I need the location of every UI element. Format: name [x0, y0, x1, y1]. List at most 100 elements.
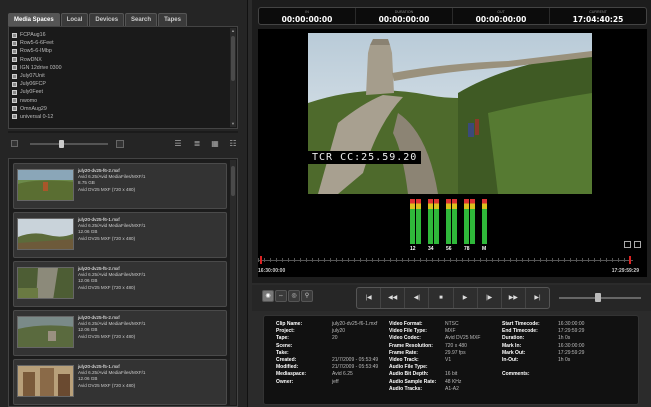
audio-icon[interactable]: ◎	[288, 290, 300, 302]
step-forward-button[interactable]: |▶	[478, 288, 502, 308]
fast-forward-button[interactable]: ▶▶	[502, 288, 526, 308]
folder-item[interactable]: IGN 12drive 0300	[12, 64, 227, 72]
checkbox[interactable]	[12, 65, 17, 71]
large-thumb-icon[interactable]	[116, 140, 124, 148]
folder-label: nwomo	[20, 97, 38, 104]
info-row: Take:	[276, 350, 378, 357]
folder-item[interactable]: RowDNX	[12, 56, 227, 64]
folder-item[interactable]: July06FCP	[12, 80, 227, 88]
scroll-thumb[interactable]	[231, 166, 235, 196]
tab-media-spaces[interactable]: Media Spaces	[8, 13, 60, 26]
checkbox[interactable]	[12, 73, 17, 79]
audio-meters: 12 34 56 78 M	[408, 199, 492, 253]
timecode-label: DURATION	[394, 10, 414, 14]
info-key: Duration:	[502, 335, 525, 342]
overlay-icon[interactable]	[624, 241, 631, 248]
folder-item[interactable]: universal 0-12	[12, 113, 227, 121]
timecode-in[interactable]: IN 00:00:00:00	[259, 8, 356, 24]
step-back-button[interactable]: ◀|	[405, 288, 430, 308]
video-screen[interactable]: TCR CC:25.59.20 12 34 56 78 M	[258, 29, 647, 277]
folder-item[interactable]: July0Feet	[12, 88, 227, 96]
info-value: V1	[445, 357, 452, 364]
detail-view-icon[interactable]: ≣	[192, 139, 202, 148]
folder-item[interactable]: July07Unit	[12, 72, 227, 80]
info-value: jeff	[332, 378, 339, 385]
slider-knob[interactable]	[59, 140, 64, 148]
scroll-down-icon[interactable]: ▼	[230, 121, 236, 127]
eye-icon[interactable]: ◉	[262, 290, 274, 302]
play-button[interactable]: ▶	[454, 288, 478, 308]
folder-item[interactable]: Row5-6-6Feet	[12, 39, 227, 47]
timecode-duration[interactable]: DURATION 00:00:00:00	[356, 8, 453, 24]
tab-devices[interactable]: Devices	[89, 13, 125, 26]
info-value: MXF	[445, 328, 456, 335]
small-thumb-icon[interactable]	[11, 140, 18, 147]
folder-item[interactable]: OmnAug29	[12, 105, 227, 113]
timecode-value: 00:00:00:00	[475, 15, 527, 24]
timeline-out-label: 17:29:59:29	[611, 268, 639, 274]
info-column-video: Video Format: NTSC Video File Type: MXF Vide…	[389, 321, 480, 393]
folder-label: July06FCP	[20, 81, 46, 88]
info-key: Mediaspace:	[276, 371, 307, 378]
info-value: 17:29:59:29	[558, 328, 585, 335]
info-row: Duration: 1h 0s	[502, 335, 584, 342]
info-row: Audio Sample Rate: 48 KHz	[389, 379, 480, 386]
scroll-up-icon[interactable]: ▲	[230, 28, 236, 34]
in-marker[interactable]	[260, 256, 262, 264]
folder-label: Row5-6-IMbp	[20, 48, 52, 55]
clip-item[interactable]: july20-dv25-f5-2.mxf Avid 6.25/Avid Medi…	[13, 310, 227, 356]
pane-divider[interactable]	[8, 131, 238, 133]
checkbox[interactable]	[12, 106, 17, 112]
clip-item[interactable]: july20-dv25-f5-2.mxf Avid 6.25/Avid Medi…	[13, 261, 227, 307]
info-value: 21/7/2009 - 05:53:49	[332, 364, 379, 371]
checkbox[interactable]	[12, 57, 17, 63]
timeline-scrubber[interactable]	[258, 256, 633, 264]
clip-scrollbar[interactable]	[230, 160, 236, 405]
checkbox[interactable]	[12, 98, 17, 104]
thumbnail-size-slider[interactable]	[30, 143, 108, 145]
info-value: 29.97 fps	[445, 349, 466, 356]
tab-local[interactable]: Local	[60, 13, 89, 26]
info-row: Video Codec: Avid DV25 MXF	[389, 335, 480, 342]
checkbox[interactable]	[12, 89, 17, 95]
thumb-view-icon[interactable]: ▦	[210, 139, 220, 148]
list-view-icon[interactable]: ☰	[173, 139, 183, 148]
go-to-start-button[interactable]: |◀	[357, 288, 382, 308]
fullscreen-icon[interactable]	[634, 241, 641, 248]
checkbox[interactable]	[12, 114, 17, 120]
volume-knob[interactable]	[595, 293, 601, 302]
filmstrip-view-icon[interactable]: ☷	[228, 139, 238, 148]
timecode-label: CURRENT	[589, 10, 607, 14]
checkbox[interactable]	[12, 81, 17, 87]
go-to-end-button[interactable]: ▶|	[526, 288, 549, 308]
clip-item[interactable]: july20-dv25-f6-2.mxf Avid 6.25/Avid Medi…	[13, 163, 227, 209]
zoom-icon[interactable]: ⚲	[301, 290, 313, 302]
folder-item[interactable]: nwomo	[12, 97, 227, 105]
viewer-corner-controls	[624, 241, 641, 248]
info-key: Mark Out:	[502, 349, 526, 356]
folder-item[interactable]: Row5-6-IMbp	[12, 47, 227, 55]
checkbox[interactable]	[12, 48, 17, 54]
info-value: A1-A2	[445, 385, 459, 392]
tab-tapes[interactable]: Tapes	[158, 13, 187, 26]
folder-list: FCPAug16 Row5-6-6Feet Row5-6-IMbp RowDNX…	[12, 31, 227, 121]
media-tabs: Media Spaces Local Devices Search Tapes	[8, 13, 187, 26]
folder-scrollbar[interactable]: ▲ ▼	[230, 28, 236, 127]
checkbox[interactable]	[12, 32, 17, 38]
out-marker[interactable]	[629, 256, 631, 264]
loop-icon[interactable]: ⇔	[275, 290, 287, 302]
clip-item[interactable]: july20-dv25-f5-1.mxf Avid 6.25/Avid Medi…	[13, 359, 227, 405]
info-value: 17:29:59:29	[558, 349, 585, 356]
stop-button[interactable]: ■	[429, 288, 454, 308]
scroll-thumb[interactable]	[231, 36, 235, 81]
tab-search[interactable]: Search	[125, 13, 158, 26]
info-key: Project:	[276, 328, 295, 335]
folder-item[interactable]: FCPAug16	[12, 31, 227, 39]
clip-item[interactable]: july20-dv25-f6-1.mxf Avid 6.25/Avid Medi…	[13, 212, 227, 258]
info-key: Audio File Type:	[389, 364, 428, 371]
timecode-current[interactable]: CURRENT 17:04:40:25	[550, 8, 646, 24]
info-row: Project: july20	[276, 328, 378, 335]
checkbox[interactable]	[12, 40, 17, 46]
rewind-button[interactable]: ◀◀	[381, 288, 406, 308]
timecode-out[interactable]: OUT 00:00:00:00	[453, 8, 550, 24]
